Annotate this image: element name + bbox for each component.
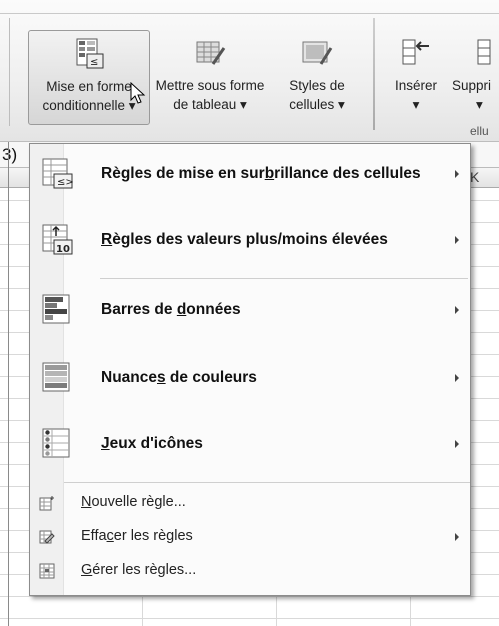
manage-rules-icon bbox=[39, 563, 55, 579]
sheet-left-edge bbox=[8, 142, 9, 626]
insert-cells-icon bbox=[402, 39, 429, 65]
insert-cells-button[interactable]: Insérer ▾ bbox=[382, 30, 450, 125]
clear-rules-icon bbox=[39, 530, 55, 544]
submenu-arrow-icon bbox=[455, 533, 459, 541]
delete-cells-icon bbox=[477, 39, 491, 65]
column-header-k[interactable]: K bbox=[470, 169, 479, 185]
format-as-table-label-1: Mettre sous forme bbox=[155, 78, 265, 93]
menu-item-label: Effacer les règles bbox=[81, 528, 193, 544]
data-bars-icon bbox=[42, 294, 70, 324]
formula-text: 3) bbox=[2, 145, 18, 164]
format-as-table-label-2: de tableau ▾ bbox=[173, 97, 247, 112]
menu-item-label: Jeux d'icônes bbox=[101, 435, 203, 452]
conditional-format-icon: ≤ bbox=[76, 38, 104, 69]
ribbon-left-group-edge bbox=[0, 18, 10, 126]
delete-cells-label-2: ▾ bbox=[476, 97, 483, 112]
ribbon-group-separator bbox=[373, 18, 375, 130]
cell-styles-label-1: Styles de bbox=[289, 78, 345, 93]
insert-cells-label-2: ▾ bbox=[412, 97, 420, 112]
new-rule-icon bbox=[39, 496, 54, 511]
ribbon: ≤ Mise en forme conditionnelle ▾ Mettre … bbox=[0, 0, 499, 142]
menu-item-data-bars[interactable]: Barres de données bbox=[31, 280, 469, 344]
submenu-arrow-icon bbox=[455, 170, 459, 178]
svg-text:≤>: ≤> bbox=[57, 177, 73, 188]
menu-item-manage-rules[interactable]: Gérer les règles... bbox=[31, 558, 469, 584]
conditional-formatting-button[interactable]: ≤ Mise en forme conditionnelle ▾ bbox=[28, 30, 150, 125]
top-bottom-rules-icon: 10 bbox=[42, 224, 73, 255]
menu-item-icon-sets[interactable]: Jeux d'icônes bbox=[31, 414, 469, 478]
format-as-table-button[interactable]: Mettre sous forme de tableau ▾ bbox=[151, 30, 269, 125]
menu-item-color-scales[interactable]: Nuances de couleurs bbox=[31, 348, 469, 412]
menu-separator bbox=[64, 482, 470, 483]
delete-cells-label-1: Suppri bbox=[452, 78, 492, 93]
conditional-formatting-menu: ≤> Règles de mise en surbrillance des ce… bbox=[29, 143, 471, 596]
menu-item-top-bottom-rules[interactable]: 10 Règles des valeurs plus/moins élevées bbox=[31, 210, 469, 274]
cell-styles-label-2: cellules ▾ bbox=[289, 97, 345, 112]
submenu-arrow-icon bbox=[455, 306, 459, 314]
insert-cells-label-1: Insérer bbox=[394, 78, 438, 93]
highlight-rules-icon: ≤> bbox=[42, 158, 73, 189]
submenu-arrow-icon bbox=[455, 236, 459, 244]
menu-item-highlight-cell-rules[interactable]: ≤> Règles de mise en surbrillance des ce… bbox=[31, 144, 469, 208]
ribbon-top-line bbox=[0, 13, 499, 14]
menu-item-clear-rules[interactable]: Effacer les règles bbox=[31, 524, 469, 550]
submenu-arrow-icon bbox=[455, 374, 459, 382]
mouse-pointer-icon bbox=[130, 82, 146, 104]
cell-styles-icon bbox=[302, 41, 333, 65]
menu-item-label: Gérer les règles... bbox=[81, 562, 197, 578]
menu-separator bbox=[100, 278, 468, 279]
menu-item-new-rule[interactable]: Nouvelle règle... bbox=[31, 490, 469, 516]
cell-styles-button[interactable]: Styles de cellules ▾ bbox=[270, 30, 364, 125]
menu-item-label: Règles des valeurs plus/moins élevées bbox=[101, 231, 388, 248]
menu-item-label: Barres de données bbox=[101, 301, 241, 318]
svg-text:≤: ≤ bbox=[90, 57, 98, 68]
delete-cells-button[interactable]: Suppri ▾ bbox=[452, 30, 499, 125]
submenu-arrow-icon bbox=[455, 440, 459, 448]
format-table-icon bbox=[196, 41, 226, 65]
menu-item-label: Règles de mise en surbrillance des cellu… bbox=[101, 165, 421, 182]
menu-item-label: Nouvelle règle... bbox=[81, 494, 186, 510]
svg-text:10: 10 bbox=[56, 244, 70, 255]
cells-group-label: ellu bbox=[470, 124, 489, 138]
color-scales-icon bbox=[42, 362, 70, 392]
menu-item-label: Nuances de couleurs bbox=[101, 369, 257, 386]
icon-sets-icon bbox=[42, 428, 70, 458]
